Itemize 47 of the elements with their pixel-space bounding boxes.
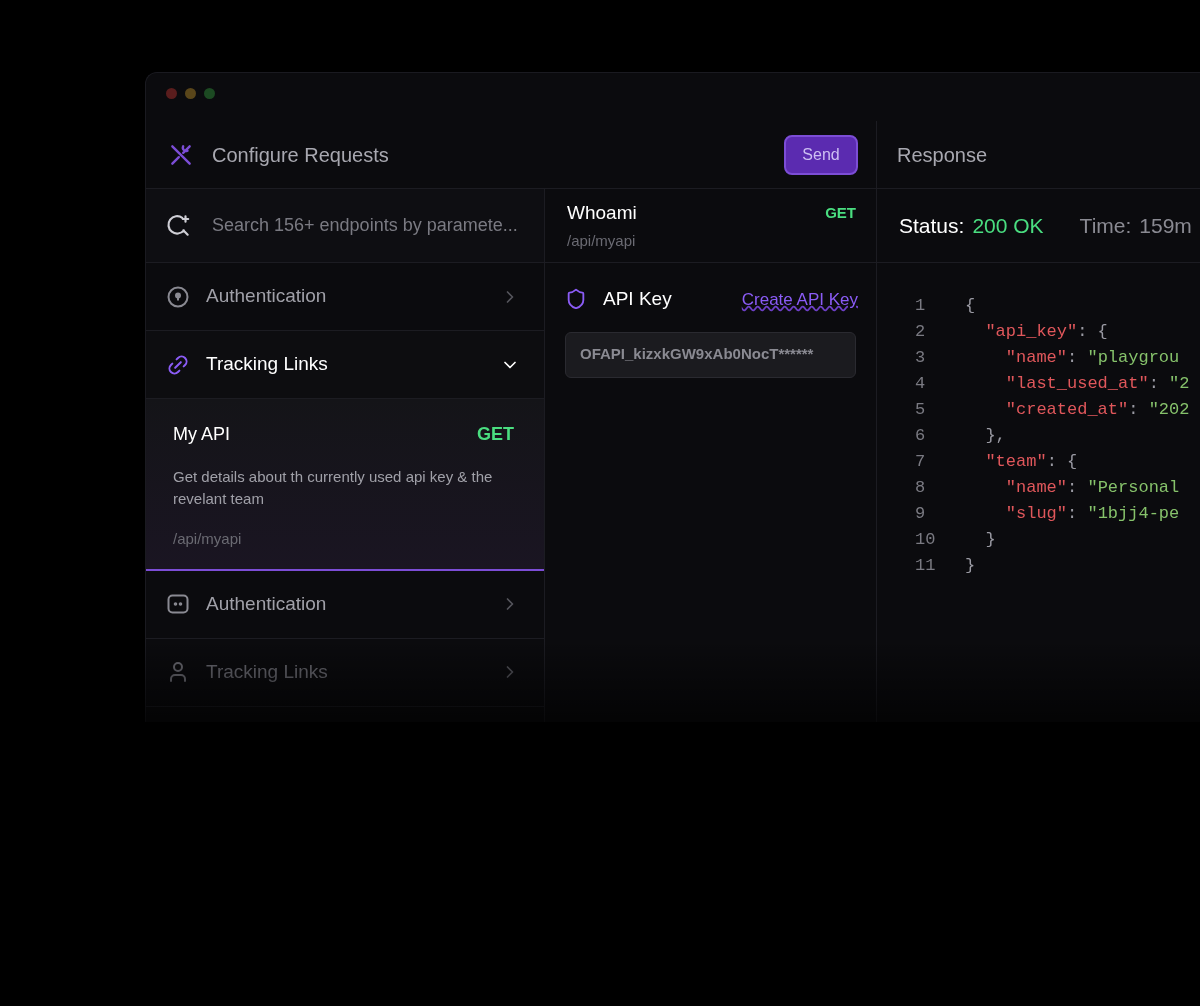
line-number: 7 — [915, 451, 927, 473]
search-icon — [166, 212, 192, 239]
endpoint-title: My API — [173, 423, 230, 446]
code-line: { — [965, 295, 976, 317]
sidebar-item[interactable]: Authentication — [146, 570, 544, 639]
search-input[interactable]: Search 156+ endpoints by paramete... — [212, 212, 532, 239]
line-number: 5 — [915, 399, 927, 421]
send-button[interactable]: Send — [784, 134, 858, 175]
window-title: Configure Requests — [212, 142, 389, 168]
method-label: GET — [477, 423, 514, 446]
search-field[interactable]: Search 156+ endpoints by paramete... — [146, 189, 544, 263]
line-number: 6 — [915, 425, 927, 447]
code-line: "last_used_at": "2 — [1004, 373, 1190, 395]
chat-icon — [166, 592, 190, 616]
endpoint-card[interactable]: My API GET Get details about th currently used api key & the revelant team /api/myapi — [146, 399, 544, 571]
shield-icon — [565, 288, 587, 311]
time-label: Time: — [1079, 212, 1132, 239]
line-number: 9 — [915, 503, 927, 525]
line-number: 2 — [915, 321, 927, 343]
method-label: GET — [825, 203, 856, 223]
time-value: 159m — [1139, 212, 1192, 239]
request-title: Whoami — [567, 201, 637, 225]
code-line: "name": "Personal — [1004, 477, 1180, 499]
lock-icon — [166, 284, 190, 309]
line-number: 4 — [915, 373, 927, 395]
line-number: 11 — [915, 555, 937, 577]
line-number: 10 — [915, 529, 937, 551]
endpoint-description: Get details about th currently used api key & the revelant team — [173, 467, 494, 509]
line-number: 1 — [915, 295, 927, 317]
code-line: "api_key": { — [984, 321, 1108, 343]
create-key-link[interactable]: Create API Key — [741, 286, 858, 312]
request-path: /api/myapi — [567, 230, 637, 251]
status-label: Status: — [899, 212, 965, 239]
code-line: }, — [984, 425, 1006, 447]
code-line: } — [965, 555, 976, 577]
endpoint-path: /api/myapi — [173, 529, 243, 549]
api-key-field[interactable]: OFAPI_kizxkGW9xAb0NocT****** — [565, 331, 856, 378]
auth-label: API Key — [603, 287, 672, 311]
code-line: "slug": "1bjj4-pe — [1004, 503, 1180, 525]
status-value: 200 OK — [972, 212, 1044, 239]
line-number: 8 — [915, 477, 927, 499]
code-line: } — [984, 529, 996, 551]
code-line: "team": { — [984, 451, 1078, 473]
code-line: "name": "playgrou — [1004, 347, 1180, 369]
response-title: Response — [897, 142, 988, 168]
line-number: 3 — [915, 347, 927, 369]
code-line: "created_at": "202 — [1004, 399, 1190, 421]
